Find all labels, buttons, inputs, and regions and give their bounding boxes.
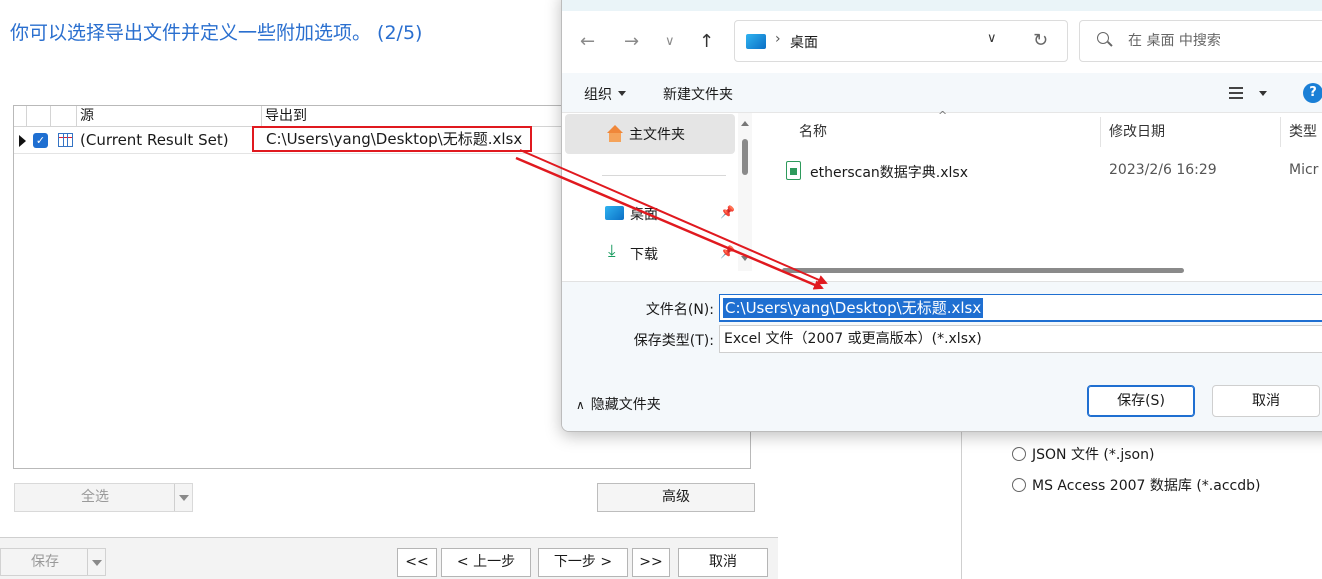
grid-header-icon	[51, 106, 77, 127]
search-box[interactable]	[1079, 20, 1322, 62]
column-header-name[interactable]: 名称	[799, 121, 827, 141]
breadcrumb-chevron-icon[interactable]: ›	[775, 31, 781, 47]
nav-divider	[602, 175, 726, 176]
organize-label: 组织	[584, 87, 612, 103]
address-row: ← → ∨ ↑ › 桌面 ∨ ↻	[562, 11, 1322, 73]
file-list-horizontal-scrollbar[interactable]	[782, 268, 1184, 273]
grid-header-check	[27, 106, 51, 127]
nav-item-downloads[interactable]: 下载	[630, 244, 658, 264]
wizard-cancel-button[interactable]: 取消	[678, 548, 768, 577]
filename-label: 文件名(N):	[645, 302, 714, 318]
wizard-title: 你可以选择导出文件并定义一些附加选项。 (2/5)	[10, 22, 423, 44]
chevron-down-icon	[618, 91, 626, 96]
desktop-folder-icon	[605, 206, 624, 220]
chevron-up-icon: ∧	[576, 398, 585, 412]
nav-item-label: 主文件夹	[629, 127, 685, 143]
scrollbar-thumb[interactable]	[742, 139, 748, 175]
filename-value: C:\Users\yang\Desktop\无标题.xlsx	[723, 298, 984, 318]
advanced-button[interactable]: 高级	[597, 483, 755, 512]
file-list: ^ 名称 修改日期 类型 etherscan数据字典.xlsx 2023/2/6…	[756, 109, 1322, 281]
dialog-title-bar	[562, 0, 1322, 11]
format-option-access[interactable]: MS Access 2007 数据库 (*.accdb)	[1012, 475, 1260, 495]
view-dropdown-chevron-icon[interactable]	[1259, 91, 1267, 96]
breadcrumb-current[interactable]: 桌面	[790, 32, 818, 52]
column-divider[interactable]	[1100, 117, 1101, 147]
nav-item-home[interactable]: 主文件夹	[565, 114, 735, 154]
dialog-save-button[interactable]: 保存(S)	[1087, 385, 1195, 417]
grid-header-indicator	[14, 106, 27, 127]
format-option-label: MS Access 2007 数据库 (*.accdb)	[1032, 478, 1261, 494]
row-checkbox[interactable]: ✓	[33, 133, 48, 148]
next-step-button[interactable]: 下一步 >	[538, 548, 628, 577]
format-option-json[interactable]: JSON 文件 (*.json)	[1012, 444, 1154, 464]
column-header-type[interactable]: 类型	[1289, 121, 1317, 141]
filetype-select[interactable]: Excel 文件（2007 或更高版本）(*.xlsx)	[719, 325, 1322, 353]
back-arrow-icon[interactable]: ←	[580, 33, 595, 51]
pin-icon[interactable]: 📌	[720, 245, 735, 259]
navigation-pane: 主文件夹 桌面 📌 ⤓ 下载 📌	[562, 113, 754, 281]
download-icon: ⤓	[608, 241, 616, 261]
save-profile-dropdown[interactable]	[87, 549, 105, 575]
sort-ascending-icon: ^	[938, 109, 948, 122]
recent-locations-chevron-icon[interactable]: ∨	[665, 33, 675, 51]
pin-icon[interactable]: 📌	[720, 205, 735, 219]
chevron-down-icon	[179, 495, 189, 501]
nav-scrollbar[interactable]	[738, 113, 752, 271]
forward-arrow-icon[interactable]: →	[624, 33, 639, 51]
save-as-dialog: ← → ∨ ↑ › 桌面 ∨ ↻ 组织 新建文件夹 ? 主文件夹 桌面 📌 ⤓	[561, 0, 1322, 432]
row-destination[interactable]: C:\Users\yang\Desktop\无标题.xlsx	[252, 126, 532, 152]
select-all-dropdown[interactable]	[174, 484, 192, 511]
up-arrow-icon[interactable]: ↑	[699, 33, 714, 51]
desktop-folder-icon	[746, 34, 766, 49]
prev-step-button[interactable]: < 上一步	[441, 548, 531, 577]
filename-field[interactable]: C:\Users\yang\Desktop\无标题.xlsx	[719, 294, 1322, 322]
format-option-label: JSON 文件 (*.json)	[1032, 447, 1155, 463]
hide-folders-toggle[interactable]: ∧ 隐藏文件夹	[576, 394, 661, 414]
organize-menu[interactable]: 组织	[584, 84, 626, 104]
select-all-label: 全选	[81, 489, 109, 505]
dialog-cancel-button[interactable]: 取消	[1212, 385, 1320, 417]
address-bar[interactable]: › 桌面 ∨ ↻	[734, 20, 1068, 62]
new-folder-button[interactable]: 新建文件夹	[663, 84, 733, 104]
chevron-down-icon	[92, 560, 102, 566]
filetype-label: 保存类型(T):	[633, 333, 714, 349]
dialog-toolbar: 组织 新建文件夹 ?	[562, 73, 1322, 113]
scroll-up-icon[interactable]	[741, 121, 749, 126]
save-profile-label: 保存	[31, 554, 59, 570]
dialog-form: 文件名(N): C:\Users\yang\Desktop\无标题.xlsx 保…	[562, 281, 1322, 431]
help-icon[interactable]: ?	[1303, 83, 1322, 103]
excel-file-icon	[786, 161, 801, 180]
column-divider[interactable]	[1280, 117, 1281, 147]
first-step-button[interactable]: <<	[397, 548, 437, 577]
radio-icon[interactable]	[1012, 478, 1026, 492]
radio-icon[interactable]	[1012, 447, 1026, 461]
column-header-modified[interactable]: 修改日期	[1109, 121, 1165, 141]
address-dropdown-chevron-icon[interactable]: ∨	[987, 31, 997, 46]
home-folder-icon	[605, 125, 625, 143]
search-input[interactable]	[1128, 29, 1322, 53]
grid-header-source[interactable]: 源	[77, 106, 262, 127]
select-all-button[interactable]: 全选	[14, 483, 193, 512]
scroll-down-icon[interactable]	[741, 256, 749, 261]
file-name[interactable]: etherscan数据字典.xlsx	[810, 162, 968, 182]
hide-folders-label: 隐藏文件夹	[590, 397, 661, 413]
file-modified: 2023/2/6 16:29	[1109, 162, 1217, 178]
search-icon	[1097, 32, 1109, 44]
row-source: (Current Result Set)	[80, 131, 229, 149]
table-icon	[58, 133, 73, 147]
save-profile-button[interactable]: 保存	[0, 548, 106, 576]
refresh-icon[interactable]: ↻	[1033, 30, 1048, 51]
view-options-icon[interactable]	[1229, 87, 1243, 99]
nav-item-desktop[interactable]: 桌面	[630, 204, 658, 224]
row-indicator-icon	[19, 135, 26, 147]
last-step-button[interactable]: >>	[632, 548, 670, 577]
file-type: Micr	[1289, 162, 1319, 178]
